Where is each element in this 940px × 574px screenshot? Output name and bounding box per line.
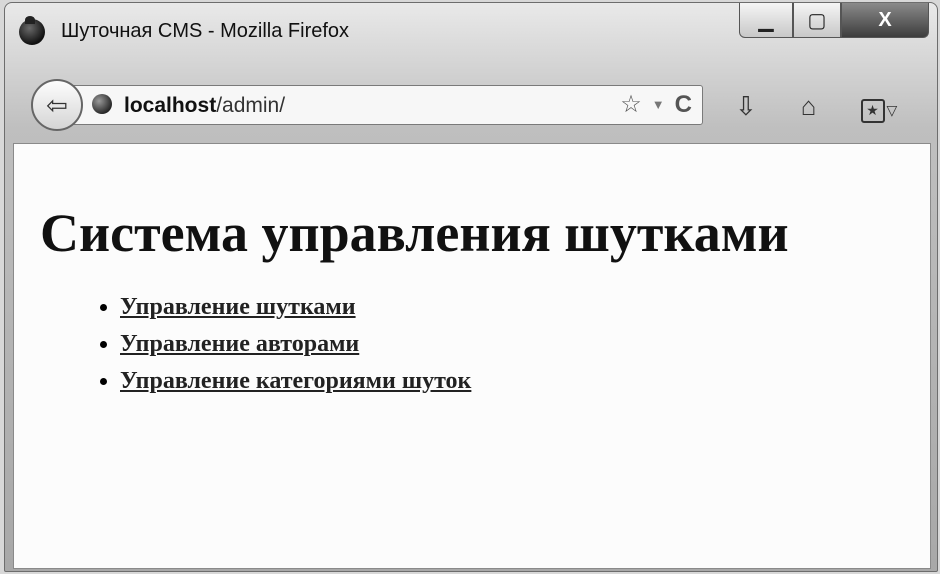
manage-authors-link[interactable]: Управление авторами [120, 331, 359, 357]
minimize-button[interactable]: ▁ [739, 3, 793, 38]
back-arrow-icon: ⇦ [46, 89, 68, 120]
manage-jokes-link[interactable]: Управление шутками [120, 294, 356, 320]
bookmark-star-icon[interactable]: ☆ [620, 90, 642, 119]
back-button[interactable]: ⇦ [31, 79, 83, 131]
bookmarks-menu[interactable]: ★ ▽ [860, 91, 898, 123]
list-item: Управление категориями шуток [120, 368, 471, 395]
list-item: Управление авторами [120, 331, 471, 358]
history-dropdown-icon[interactable]: ▼ [652, 97, 665, 112]
window-title: Шуточная CMS - Mozilla Firefox [61, 20, 350, 42]
firefox-icon [19, 16, 45, 45]
reload-icon[interactable]: C [675, 91, 692, 119]
list-item: Управление шутками [120, 294, 471, 321]
page-content: Система управления шутками Управление шу… [13, 143, 931, 569]
browser-window: Шуточная CMS - Mozilla Firefox ▁ ▢ X ⇦ l… [4, 2, 938, 572]
globe-icon [92, 94, 112, 114]
close-button[interactable]: X [841, 3, 929, 38]
manage-categories-link[interactable]: Управление категориями шуток [120, 368, 471, 394]
address-bar[interactable]: localhost/admin/ ☆ ▼ C [65, 85, 703, 125]
bookmarks-icon: ★ [860, 98, 885, 123]
page-title: Система управления шутками [40, 203, 789, 263]
toolbar-buttons: ⇩ ⌂ ★ ▽ [735, 91, 897, 123]
url-path: /admin/ [216, 94, 286, 117]
home-icon[interactable]: ⌂ [801, 91, 817, 122]
title-bar: Шуточная CMS - Mozilla Firefox ▁ ▢ X [5, 3, 937, 67]
chevron-down-icon: ▽ [886, 102, 898, 118]
address-bar-icons: ☆ ▼ C [620, 90, 692, 119]
window-controls: ▁ ▢ X [739, 3, 929, 39]
navigation-toolbar: ⇦ localhost/admin/ ☆ ▼ C ⇩ ⌂ ★ ▽ [5, 73, 937, 135]
maximize-button[interactable]: ▢ [793, 3, 841, 38]
url-text[interactable]: localhost/admin/ [124, 94, 285, 118]
admin-menu: Управление шутками Управление авторами У… [84, 294, 471, 405]
url-host: localhost [124, 94, 217, 117]
downloads-icon[interactable]: ⇩ [735, 91, 757, 122]
